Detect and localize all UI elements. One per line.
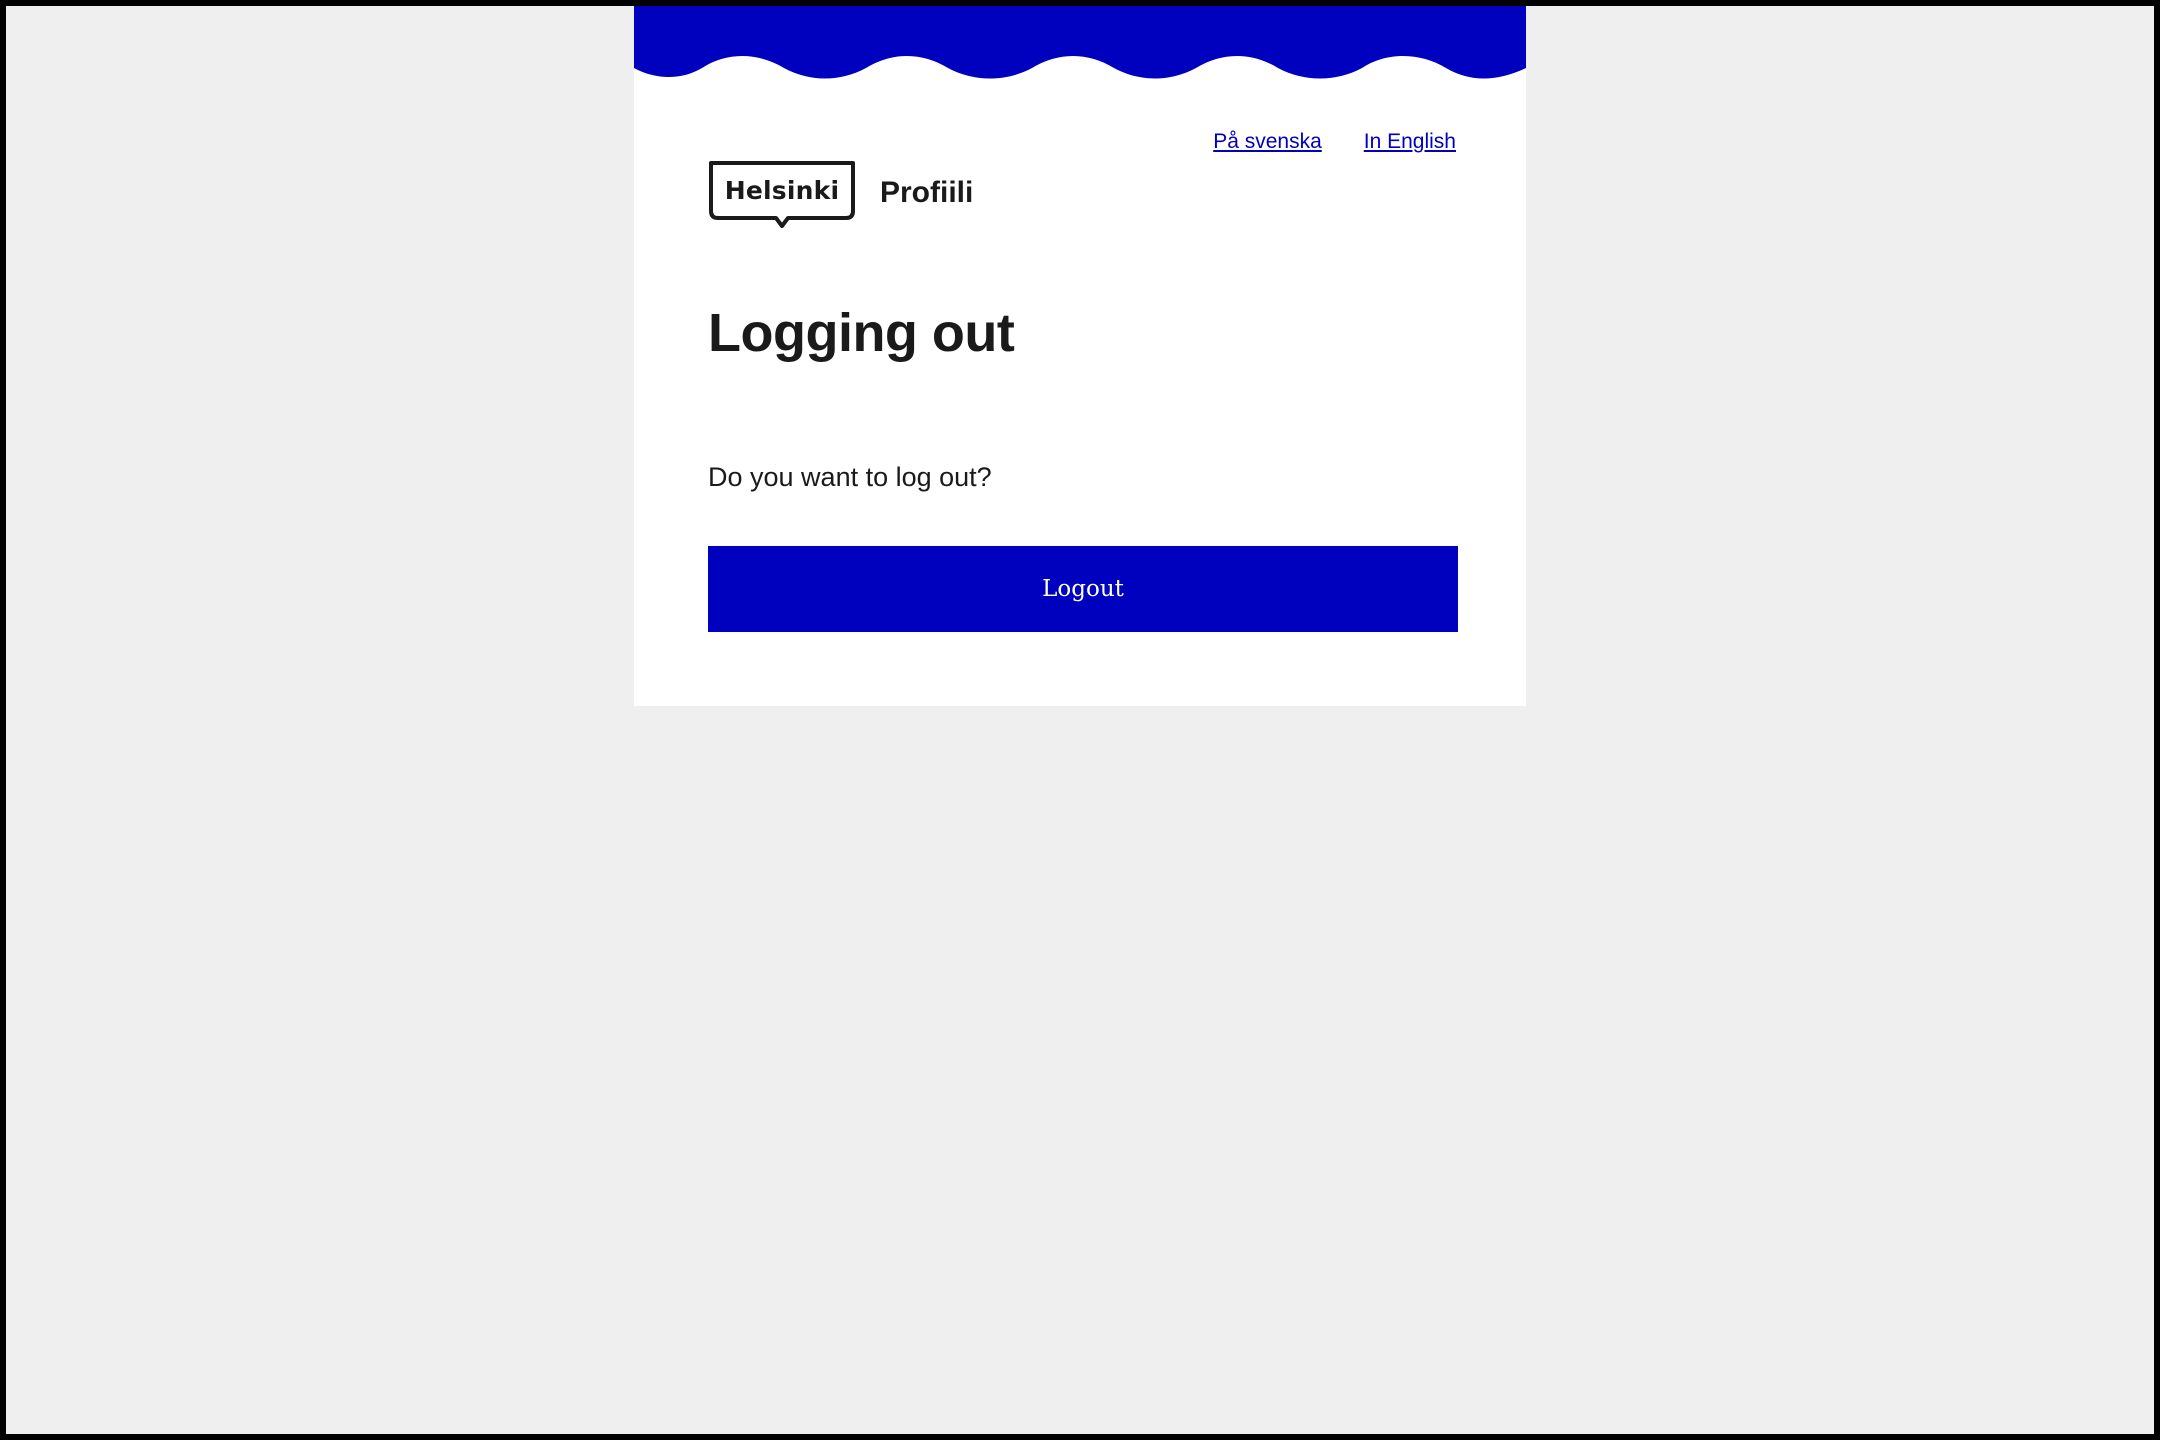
- page-background: På svenska In English Helsinki Profiili …: [6, 6, 2154, 1434]
- wave-banner: [634, 6, 1526, 79]
- helsinki-logo[interactable]: Helsinki: [708, 160, 856, 232]
- app-name: Profiili: [880, 176, 974, 209]
- brand: Helsinki Profiili: [708, 160, 973, 232]
- language-switcher: På svenska In English: [1213, 130, 1456, 154]
- language-link-english[interactable]: In English: [1364, 130, 1456, 154]
- logout-card: På svenska In English Helsinki Profiili …: [634, 6, 1526, 706]
- logo-text: Helsinki: [724, 176, 840, 205]
- language-link-swedish[interactable]: På svenska: [1213, 130, 1322, 154]
- logout-button[interactable]: Logout: [708, 546, 1458, 632]
- logout-question: Do you want to log out?: [708, 462, 992, 492]
- page-title: Logging out: [708, 303, 1015, 363]
